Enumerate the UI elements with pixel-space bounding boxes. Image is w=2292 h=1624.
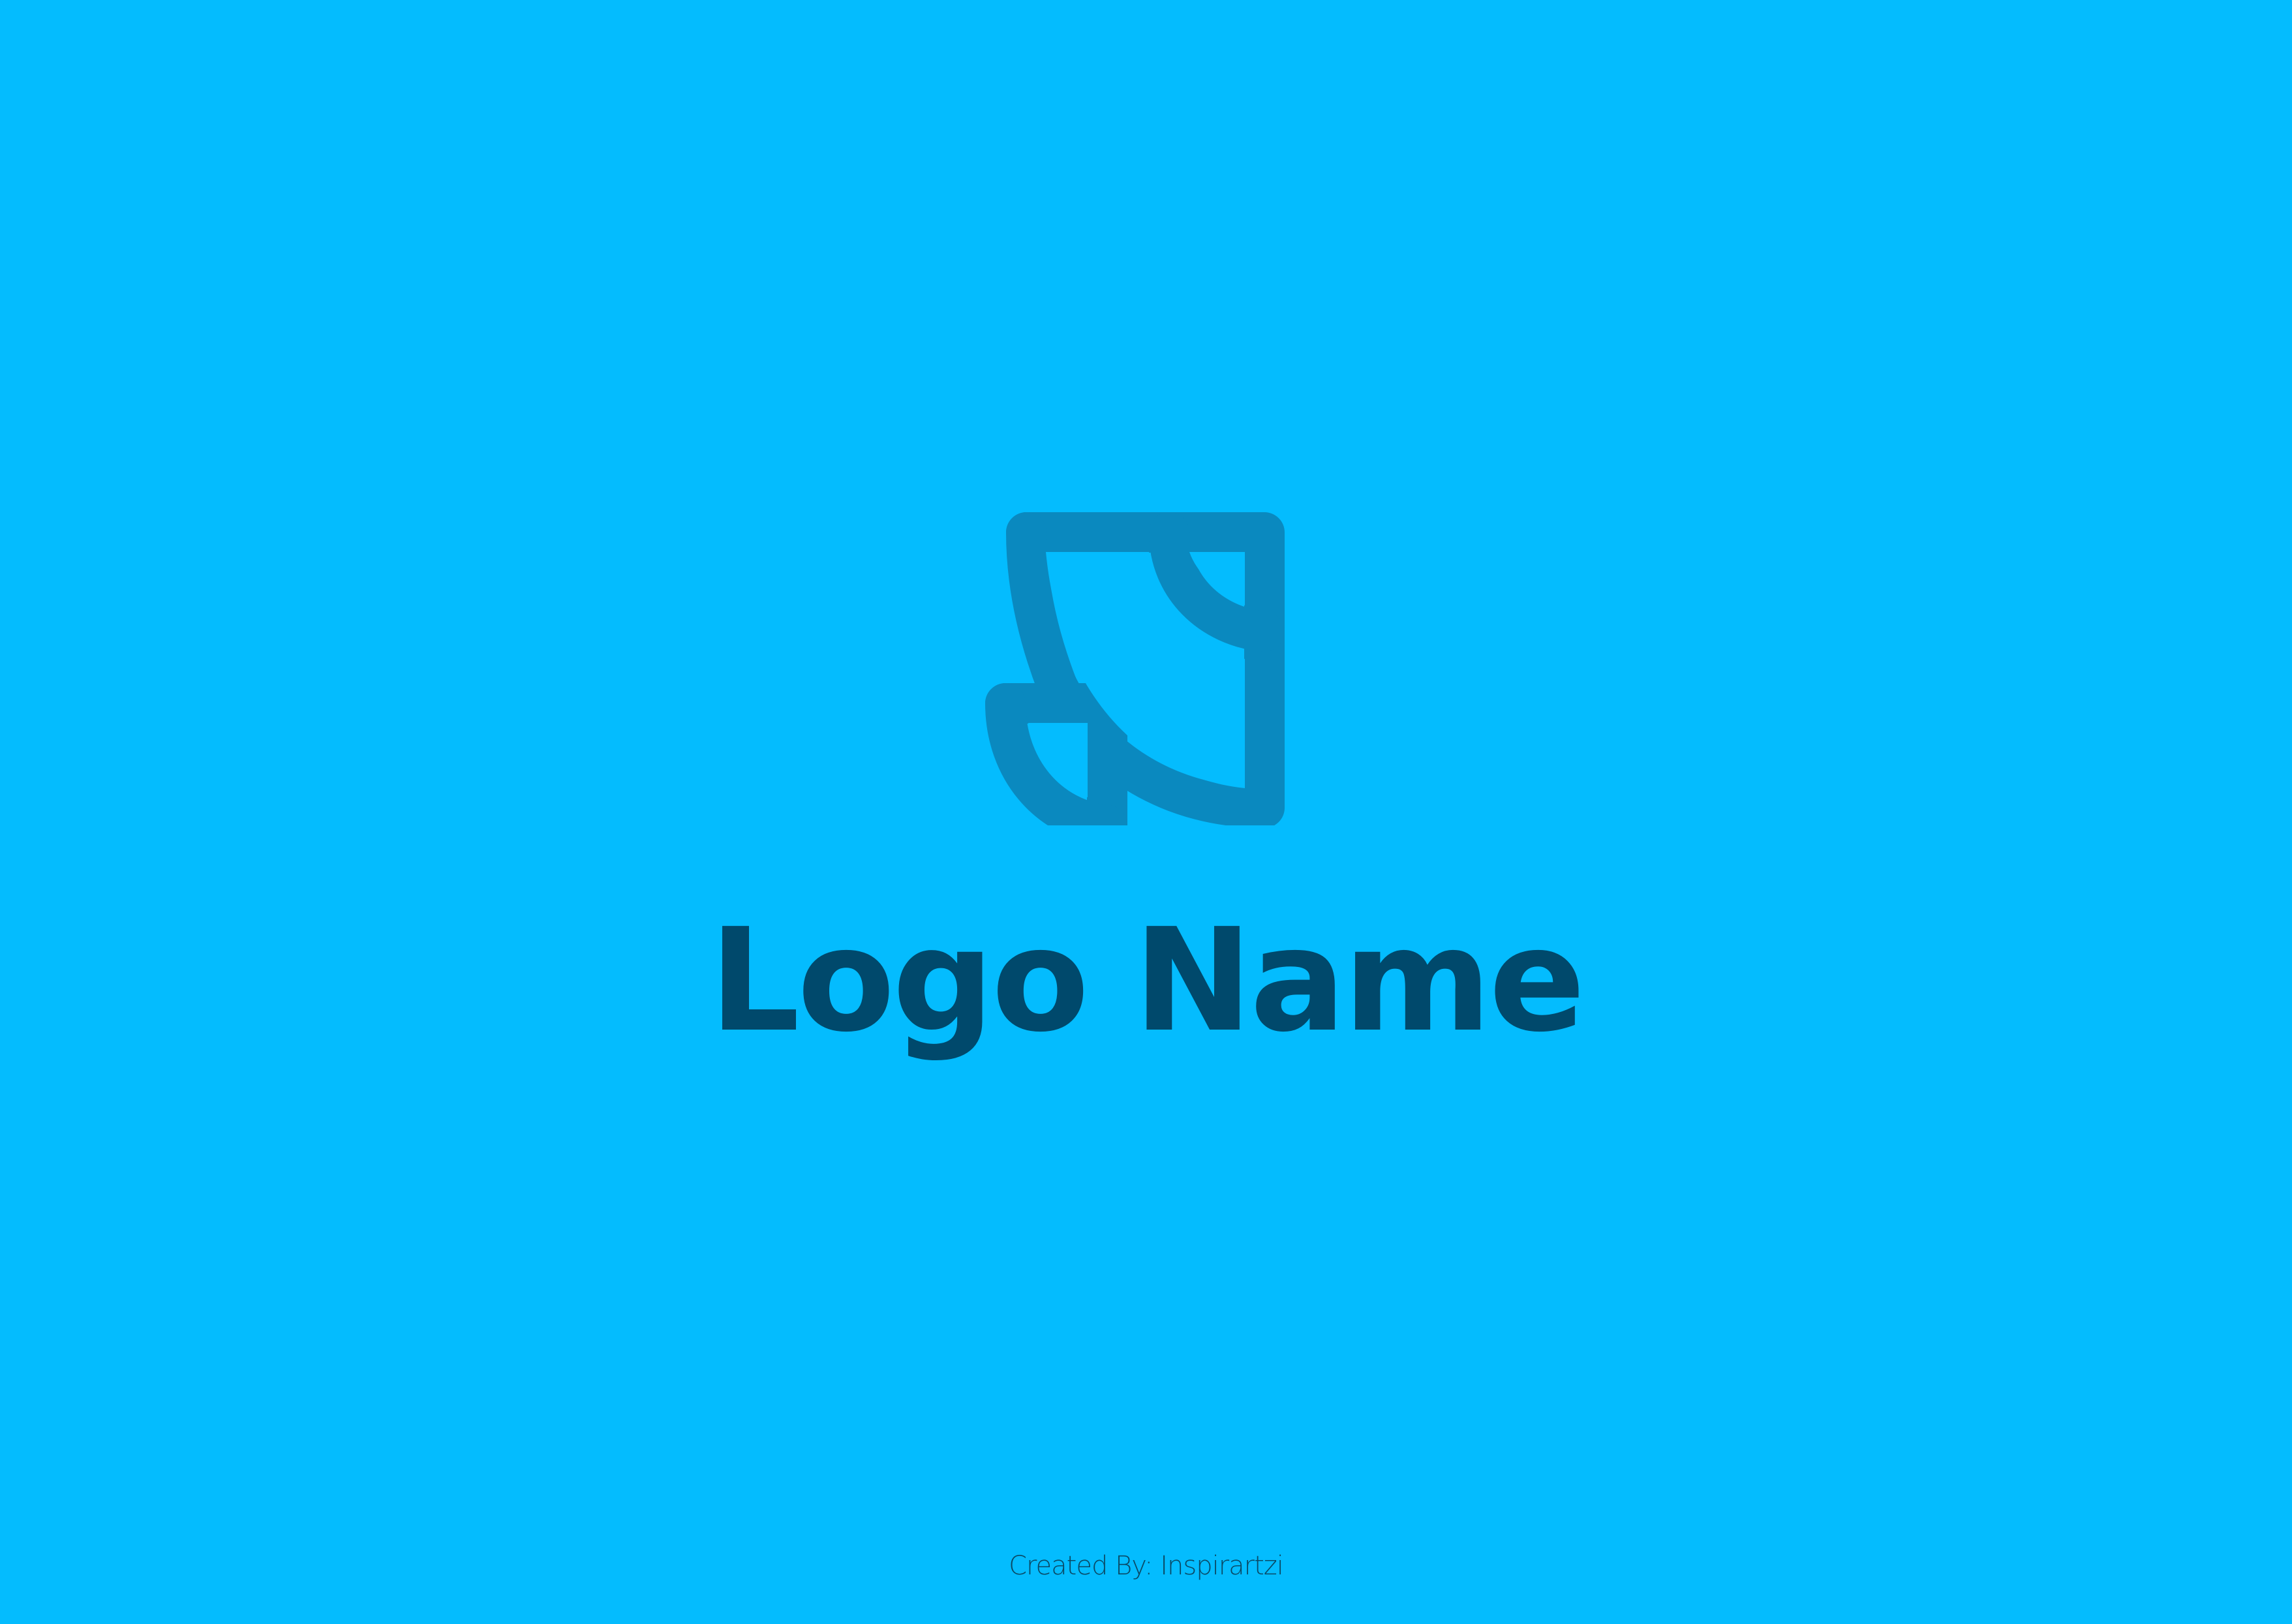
credit-text: Created By: Inspirartzi	[1009, 1551, 1284, 1581]
logo-name-text: Logo Name	[709, 898, 1585, 1064]
logo-mark-icon	[985, 512, 1298, 825]
logo-presentation-canvas: Logo Name Created By: Inspirartzi	[0, 0, 2292, 1624]
abstract-quarter-circle-leaf-mark-icon	[985, 512, 1285, 825]
